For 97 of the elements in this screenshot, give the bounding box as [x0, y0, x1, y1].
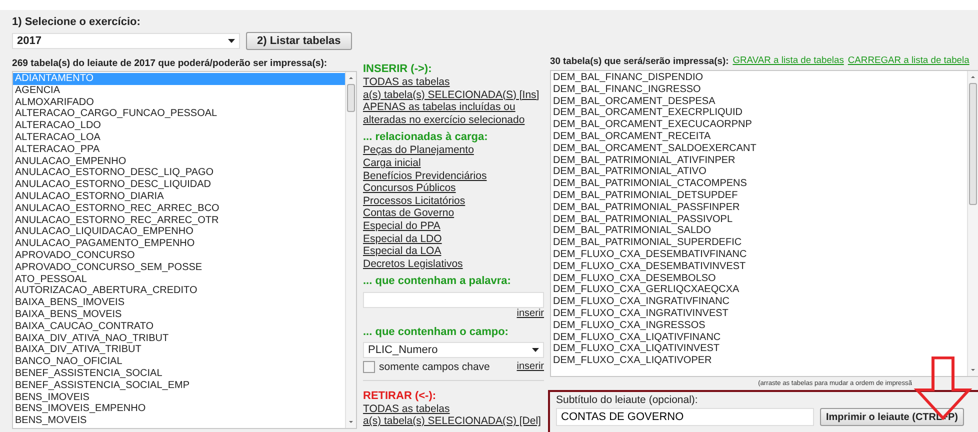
- table-list-item[interactable]: ALTERACAO_LDO: [13, 120, 345, 132]
- table-list-item[interactable]: DEM_BAL_ORCAMENT_RECEITA: [551, 130, 967, 143]
- insert-word-link[interactable]: inserir: [516, 308, 544, 321]
- related-link[interactable]: Especial do PPA: [363, 220, 544, 233]
- related-link[interactable]: Peças do Planejamento: [363, 144, 544, 157]
- list-tables-button[interactable]: 2) Listar tabelas: [246, 32, 352, 50]
- insert-link[interactable]: TODAS as tabelas: [363, 76, 544, 89]
- table-list-item[interactable]: BENEF_ASSISTENCIA_SOCIAL: [13, 368, 345, 380]
- related-link[interactable]: Especial da LOA: [363, 245, 544, 258]
- related-link[interactable]: Especial da LDO: [363, 232, 544, 246]
- key-fields-checkbox[interactable]: [363, 361, 375, 374]
- key-fields-label: somente campos chave: [379, 361, 490, 374]
- table-list-item[interactable]: BENS_IMOVEIS_EMPENHO: [13, 403, 345, 416]
- table-list-item[interactable]: BENS_MOVEIS: [13, 415, 345, 427]
- table-list-item[interactable]: DEM_FLUXO_CXA_LIQATIVOPER: [551, 355, 967, 367]
- scroll-up-icon[interactable]: [969, 73, 977, 81]
- table-list-item[interactable]: ANULACAO_ESTORNO_DIARIA: [13, 190, 345, 203]
- scroll-down-icon[interactable]: [969, 366, 977, 374]
- table-list-item[interactable]: DEM_FLUXO_CXA_DESEMBOLSO: [551, 272, 967, 284]
- table-list-item[interactable]: DEM_BAL_ORCAMENT_DESPESA: [551, 96, 967, 108]
- exercise-select[interactable]: 2017: [12, 33, 240, 49]
- table-list-item[interactable]: DEM_FLUXO_CXA_GERLIQCXAEQCXA: [551, 284, 967, 296]
- field-select[interactable]: PLIC_Numero: [363, 342, 544, 358]
- related-link[interactable]: Carga inicial: [363, 156, 544, 170]
- table-list-item[interactable]: BAIXA_BENS_IMOVEIS: [13, 297, 345, 309]
- table-list-item[interactable]: ALTERACAO_LOA: [13, 132, 345, 144]
- scroll-up-icon[interactable]: [347, 74, 355, 82]
- table-list-item[interactable]: ANULACAO_EMPENHO: [13, 156, 345, 168]
- table-list-item[interactable]: AGENCIA: [13, 84, 345, 97]
- table-list-item[interactable]: ALTERACAO_CARGO_FUNCAO_PESSOAL: [13, 108, 345, 120]
- table-list-item[interactable]: ANULACAO_LIQUIDACAO_EMPENHO: [13, 226, 345, 238]
- related-link[interactable]: Decretos Legislativos: [363, 258, 544, 270]
- table-list-item[interactable]: DEM_FLUXO_CXA_DESEMBATIVFINANC: [551, 248, 967, 261]
- related-link[interactable]: Processos Licitatórios: [363, 194, 544, 208]
- table-list-item[interactable]: DEM_BAL_FINANC_DISPENDIO: [551, 72, 967, 84]
- insert-heading: INSERIR (->):: [363, 62, 433, 76]
- insert-field-link[interactable]: inserir: [516, 360, 544, 374]
- word-filter-heading: ... que contenham a palavra:: [363, 274, 512, 288]
- table-list-item[interactable]: DEM_BAL_PATRIMONIAL_SUPERDEFIC: [551, 237, 967, 249]
- table-list-item[interactable]: BAIXA_CAUCAO_CONTRATO: [13, 320, 345, 333]
- table-list-item[interactable]: ALTERACAO_PPA: [13, 144, 345, 156]
- table-list-item[interactable]: APROVADO_CONCURSO_SEM_POSSE: [13, 262, 345, 274]
- insert-link[interactable]: a(s) tabela(s) SELECIONADA(S) [Ins]: [363, 88, 544, 102]
- scrollbar[interactable]: [345, 72, 356, 428]
- table-list-item[interactable]: DEM_FLUXO_CXA_LIQATIVINVEST: [551, 343, 967, 356]
- table-list-item[interactable]: DEM_BAL_PATRIMONIAL_PASSIVOPL: [551, 214, 967, 226]
- table-list-item[interactable]: DEM_BAL_PATRIMONIAL_SALDO: [551, 225, 967, 238]
- related-link[interactable]: Contas de Governo: [363, 207, 544, 220]
- word-input-field[interactable]: [363, 292, 544, 308]
- table-list-item[interactable]: ANULACAO_ESTORNO_DESC_LIQUIDAD: [13, 179, 345, 191]
- table-list-item[interactable]: DEM_FLUXO_CXA_DESEMBATIVINVEST: [551, 260, 967, 273]
- table-list-item[interactable]: BANCO_NAO_OFICIAL: [13, 356, 345, 368]
- related-link[interactable]: Benefícios Previdenciários: [363, 170, 544, 182]
- table-list-item[interactable]: DEM_BAL_PATRIMONIAL_ATIVFINPER: [551, 154, 967, 166]
- chosen-tables-heading: 30 tabela(s) que será/serão impressa(s):: [550, 54, 729, 68]
- scrollbar-thumb[interactable]: [347, 84, 355, 112]
- scrollbar[interactable]: [967, 71, 978, 376]
- table-list-item[interactable]: BAIXA_DIV_ATIVA_TRIBUT: [13, 344, 345, 356]
- table-list-item[interactable]: DEM_FLUXO_CXA_LIQATIVFINANC: [551, 332, 967, 344]
- dropdown-caret-icon: [532, 348, 539, 352]
- table-list-item[interactable]: ANULACAO_PAGAMENTO_EMPENHO: [13, 238, 345, 250]
- available-tables-heading: 269 tabela(s) do leiaute de 2017 que poderá/poderão ser impressa(s):: [12, 58, 328, 69]
- dropdown-caret-icon: [228, 39, 235, 43]
- table-list-item[interactable]: DEM_BAL_PATRIMONIAL_PASSFINPER: [551, 202, 967, 214]
- table-list-item[interactable]: DEM_FLUXO_CXA_INGRATIVFINANC: [551, 296, 967, 308]
- table-list-item[interactable]: DEM_BAL_ORCAMENT_SALDOEXERCANT: [551, 142, 967, 155]
- related-link[interactable]: Concursos Públicos: [363, 182, 544, 195]
- table-list-item[interactable]: DEM_BAL_ORCAMENT_EXECUCAORPNP: [551, 119, 967, 131]
- table-list-item[interactable]: DEM_BAL_PATRIMONIAL_DETSUPDEF: [551, 190, 967, 202]
- insert-link[interactable]: APENAS as tabelas incluídas ou alteradas no exercício selecionado: [363, 101, 544, 126]
- related-heading: ... relacionadas à carga:: [363, 130, 489, 144]
- subtitle-label: Subtítulo do leiaute (opcional):: [556, 394, 699, 406]
- table-list-item[interactable]: DEM_BAL_PATRIMONIAL_ATIVO: [551, 166, 967, 178]
- table-list-item[interactable]: BENEF_ASSISTENCIA_SOCIAL_EMP: [13, 380, 345, 392]
- table-list-item[interactable]: DEM_BAL_PATRIMONIAL_CTACOMPENS: [551, 178, 967, 190]
- table-list-item[interactable]: BAIXA_DIV_ATIVA_NAO_TRIBUT: [13, 332, 345, 344]
- table-list-item[interactable]: ANULACAO_ESTORNO_DESC_LIQ_PAGO: [13, 167, 345, 180]
- table-list-item[interactable]: APROVADO_CONCURSO: [13, 250, 345, 262]
- table-list-item[interactable]: ANULACAO_ESTORNO_REC_ARREC_OTR: [13, 214, 345, 226]
- table-list-item[interactable]: DEM_BAL_ORCAMENT_EXECRPLIQUID: [551, 107, 967, 120]
- table-list-item[interactable]: DEM_FLUXO_CXA_INGRESSOS: [551, 320, 967, 332]
- scroll-down-icon[interactable]: [347, 418, 355, 426]
- remove-heading: RETIRAR (<-):: [363, 388, 438, 402]
- exercise-label: 1) Selecione o exercício:: [12, 16, 142, 28]
- table-list-item[interactable]: BAIXA_BENS_MOVEIS: [13, 308, 345, 321]
- table-list-item[interactable]: AUTORIZACAO_ABERTURA_CREDITO: [13, 285, 345, 298]
- table-list-item[interactable]: DEM_FLUXO_CXA_INGRATIVINVEST: [551, 308, 967, 320]
- table-list-item[interactable]: ALMOXARIFADO: [13, 96, 345, 108]
- scrollbar-thumb[interactable]: [969, 83, 977, 205]
- table-list-item[interactable]: ANULACAO_ESTORNO_REC_ARREC_BCO: [13, 202, 345, 215]
- table-list-item[interactable]: BENS_IMOVEIS: [13, 392, 345, 404]
- remove-link[interactable]: TODAS as tabelas: [363, 402, 544, 416]
- remove-link[interactable]: a(s) tabela(s) SELECIONADA(S) [Del]: [363, 415, 544, 428]
- field-filter-heading: ... que contenham o campo:: [363, 324, 510, 339]
- table-list-item[interactable]: ATO_PESSOAL: [13, 274, 345, 286]
- subtitle-input-field[interactable]: CONTAS DE GOVERNO: [556, 408, 814, 426]
- table-list-item[interactable]: DEM_BAL_FINANC_INGRESSO: [551, 84, 967, 96]
